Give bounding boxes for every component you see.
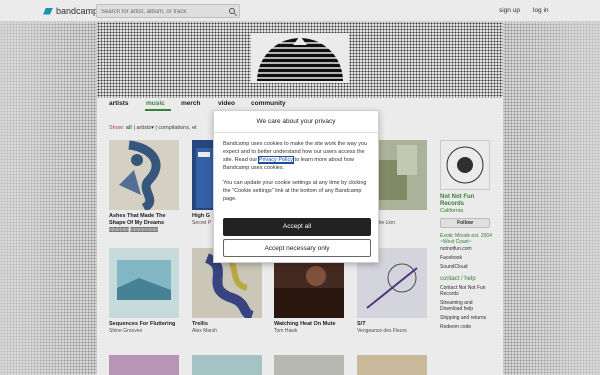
cookie-consent-dialog: We care about your privacy Bandcamp uses…: [213, 110, 379, 263]
cookie-settings-text: You can update your cookie settings at a…: [223, 180, 367, 202]
cookie-dialog-title: We care about your privacy: [214, 111, 378, 133]
privacy-policy-link[interactable]: Privacy Policy: [257, 156, 295, 164]
accept-necessary-button[interactable]: Accept necessary only: [223, 239, 371, 257]
cookie-dialog-body: Bandcamp uses cookies to make the site w…: [223, 140, 369, 172]
accept-all-button[interactable]: Accept all: [223, 218, 371, 236]
